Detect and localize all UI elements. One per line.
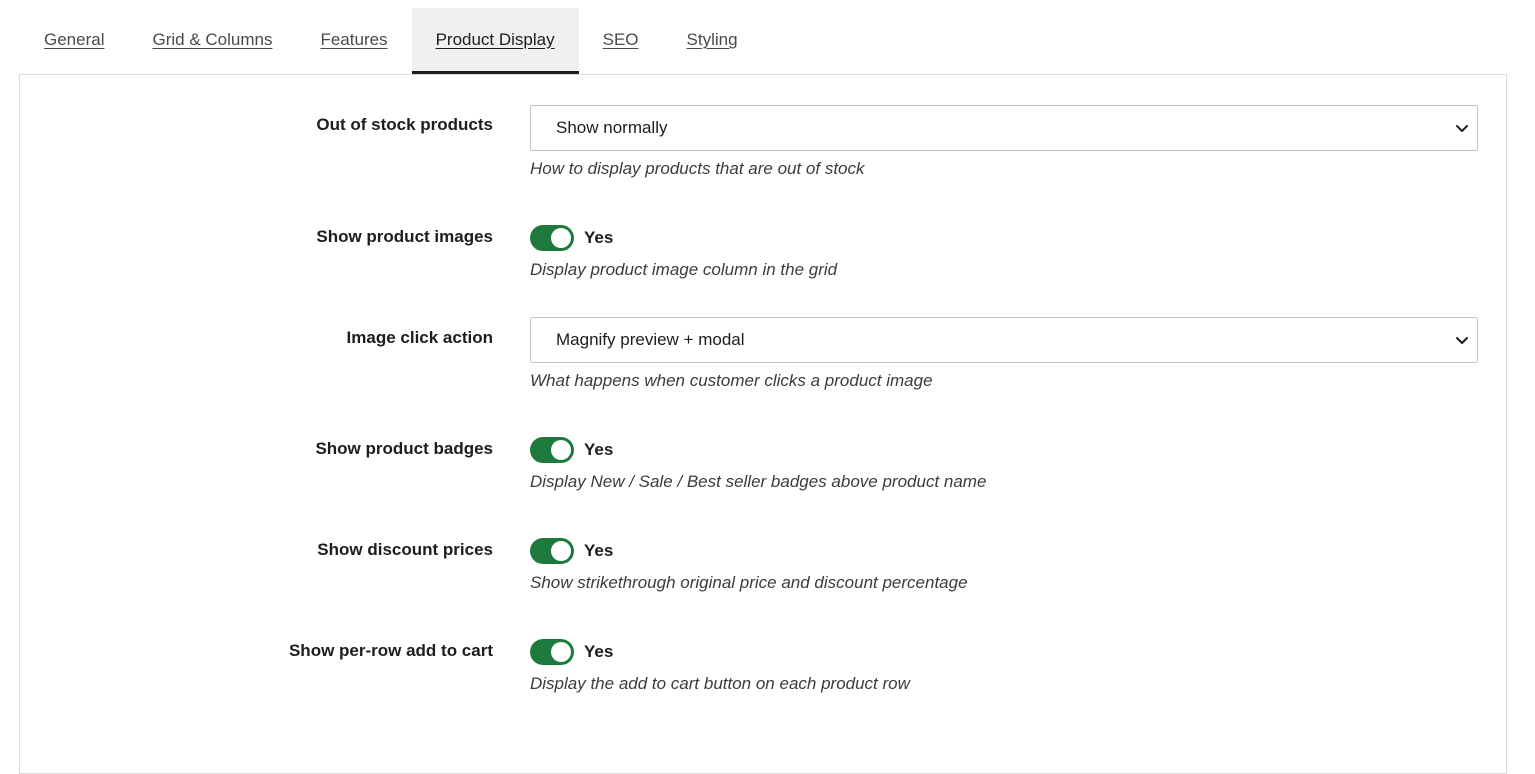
show-badges-label: Show product badges: [315, 439, 493, 458]
out-of-stock-select[interactable]: Show normally: [530, 105, 1478, 151]
show-add-to-cart-label: Show per-row add to cart: [288, 641, 493, 660]
tab-styling[interactable]: Styling: [663, 8, 762, 75]
chevron-down-icon: [1456, 125, 1468, 132]
settings-tabs: General Grid & Columns Features Product …: [20, 8, 762, 75]
toggle-knob: [551, 440, 571, 460]
show-discount-description: Show strikethrough original price and di…: [530, 573, 968, 592]
out-of-stock-value: Show normally: [556, 118, 668, 137]
image-click-label: Image click action: [346, 328, 493, 347]
show-add-to-cart-description: Display the add to cart button on each p…: [530, 674, 910, 693]
show-badges-toggle[interactable]: [530, 437, 574, 463]
show-add-to-cart-toggle[interactable]: [530, 639, 574, 665]
settings-panel: Out of stock products Show normally How …: [19, 74, 1507, 774]
out-of-stock-description: How to display products that are out of …: [530, 159, 865, 178]
show-images-toggle[interactable]: [530, 225, 574, 251]
show-discount-label: Show discount prices: [317, 540, 493, 559]
toggle-knob: [551, 228, 571, 248]
image-click-value: Magnify preview + modal: [556, 330, 745, 349]
show-discount-state: Yes: [584, 541, 614, 560]
show-badges-description: Display New / Sale / Best seller badges …: [530, 472, 987, 491]
show-images-description: Display product image column in the grid: [530, 260, 838, 279]
out-of-stock-label: Out of stock products: [316, 115, 493, 134]
show-images-label: Show product images: [316, 227, 493, 246]
show-discount-toggle[interactable]: [530, 538, 574, 564]
show-badges-state: Yes: [584, 440, 614, 459]
tab-seo[interactable]: SEO: [579, 8, 663, 75]
toggle-knob: [551, 642, 571, 662]
tab-features[interactable]: Features: [296, 8, 411, 75]
image-click-description: What happens when customer clicks a prod…: [530, 371, 933, 390]
image-click-select[interactable]: Magnify preview + modal: [530, 317, 1478, 363]
show-add-to-cart-state: Yes: [584, 642, 614, 661]
tab-grid-columns[interactable]: Grid & Columns: [128, 8, 296, 75]
tab-product-display[interactable]: Product Display: [411, 8, 579, 75]
tab-general[interactable]: General: [20, 8, 128, 75]
toggle-knob: [551, 541, 571, 561]
show-images-state: Yes: [584, 228, 614, 247]
chevron-down-icon: [1456, 337, 1468, 344]
